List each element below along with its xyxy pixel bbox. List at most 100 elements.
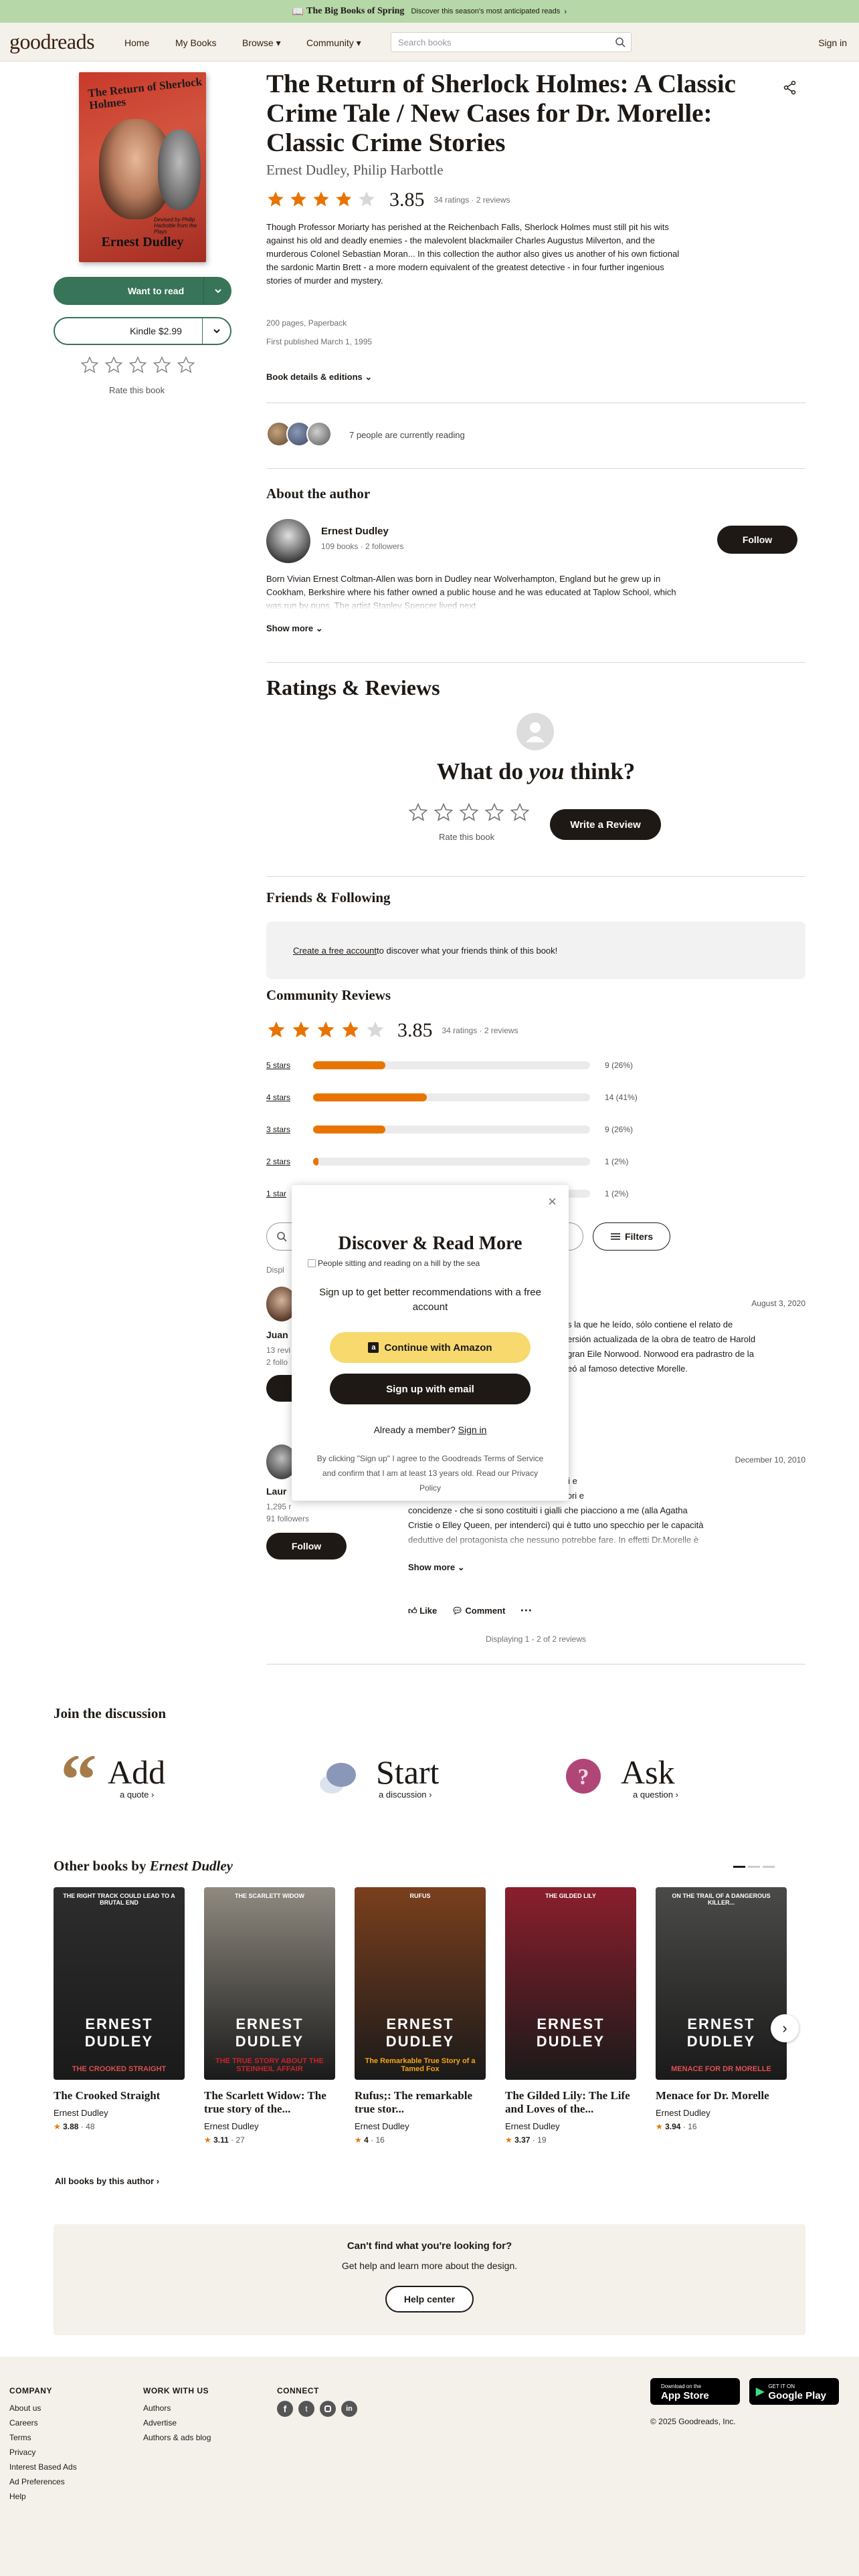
follow-author-button[interactable]: Follow	[717, 526, 797, 554]
signup-email-button[interactable]: Sign up with email	[330, 1374, 531, 1404]
book-card[interactable]: RUFUS ERNEST DUDLEY The Remarkable True St…	[355, 1887, 486, 2145]
footer-link[interactable]: Careers	[9, 2416, 77, 2430]
book-card-author[interactable]: Ernest Dudley	[656, 2108, 787, 2118]
footer-link[interactable]: Interest Based Ads	[9, 2460, 77, 2474]
book-card-cover[interactable]: THE RIGHT TRACK COULD LEAD TO A BRUTAL E…	[54, 1887, 185, 2080]
book-card[interactable]: THE RIGHT TRACK COULD LEAD TO A BRUTAL E…	[54, 1887, 185, 2131]
star-empty-icon[interactable]	[177, 356, 195, 374]
twitter-icon[interactable]: t	[298, 2401, 314, 2417]
rating-bar-label[interactable]: 3 stars	[266, 1125, 313, 1134]
book-card-title[interactable]: Menace for Dr. Morelle	[656, 2089, 787, 2103]
star-empty-icon[interactable]	[153, 356, 171, 374]
continue-with-amazon-button[interactable]: a Continue with Amazon	[330, 1332, 531, 1363]
rating-bar-row[interactable]: 3 stars 9 (26%)	[266, 1125, 633, 1134]
book-card-cover[interactable]: RUFUS ERNEST DUDLEY The Remarkable True St…	[355, 1887, 486, 2080]
share-icon[interactable]	[783, 80, 797, 95]
author-avatar[interactable]	[266, 519, 310, 563]
star-empty-icon[interactable]	[128, 356, 147, 374]
book-card-author[interactable]: Ernest Dudley	[54, 2108, 185, 2118]
footer-link[interactable]: Authors	[143, 2401, 211, 2416]
rating-bar-label[interactable]: 2 stars	[266, 1157, 313, 1166]
promo-banner[interactable]: 📖 The Big Books of Spring Discover this …	[0, 0, 859, 23]
star-empty-icon[interactable]	[434, 802, 454, 823]
book-card-title[interactable]: The Crooked Straight	[54, 2089, 185, 2103]
linkedin-icon[interactable]: in	[341, 2401, 357, 2417]
write-review-button[interactable]: Write a Review	[550, 809, 661, 840]
footer-link[interactable]: Help	[9, 2489, 77, 2504]
rating-bar-row[interactable]: 2 stars 1 (2%)	[266, 1157, 628, 1166]
footer-link[interactable]: Advertise	[143, 2416, 211, 2430]
book-card-cover[interactable]: THE GILDED LILY ERNEST DUDLEY	[505, 1887, 636, 2080]
app-store-button[interactable]: Download on the App Store	[650, 2378, 740, 2405]
more-options-icon[interactable]: ⋯	[520, 1604, 532, 1618]
book-card-author[interactable]: Ernest Dudley	[505, 2121, 636, 2131]
ask-question-link[interactable]: ? Ask a question ›	[562, 1755, 678, 1800]
follow-reviewer-button[interactable]: Follow	[266, 1533, 347, 1560]
google-play-button[interactable]: ▶ GET IT ON Google Play	[749, 2378, 839, 2405]
footer-link[interactable]: Ad Preferences	[9, 2474, 77, 2489]
author-name[interactable]: Ernest Dudley	[321, 526, 389, 537]
review-date[interactable]: August 3, 2020	[696, 1299, 805, 1308]
rating-bar-row[interactable]: 5 stars 9 (26%)	[266, 1061, 633, 1070]
rating-bar-label[interactable]: 4 stars	[266, 1093, 313, 1102]
facebook-icon[interactable]: f	[277, 2401, 293, 2417]
filters-button[interactable]: Filters	[593, 1222, 670, 1251]
rate-stars-sidebar[interactable]	[80, 356, 195, 374]
nav-my-books[interactable]: My Books	[175, 37, 216, 48]
book-details-link[interactable]: Book details & editions ⌄	[266, 372, 372, 383]
rating-bar-label[interactable]: 5 stars	[266, 1061, 313, 1070]
nav-browse[interactable]: Browse ▾	[242, 37, 281, 49]
search-input[interactable]: Search books	[391, 32, 632, 52]
add-quote-link[interactable]: “ Add a quote ›	[60, 1755, 165, 1800]
book-card-title[interactable]: The Gilded Lily: The Life and Loves of t…	[505, 2089, 636, 2116]
footer-link[interactable]: Authors & ads blog	[143, 2430, 211, 2445]
comment-button[interactable]: 💬︎ Comment	[452, 1606, 505, 1616]
book-card-author[interactable]: Ernest Dudley	[355, 2121, 486, 2131]
nav-community[interactable]: Community ▾	[306, 37, 361, 49]
book-card[interactable]: THE GILDED LILY ERNEST DUDLEY The Gilded L…	[505, 1887, 636, 2145]
book-card[interactable]: ON THE TRAIL OF A DANGEROUS KILLER... ERN…	[656, 1887, 787, 2131]
footer-link[interactable]: About us	[9, 2401, 77, 2416]
sign-in-link[interactable]: Sign in	[818, 37, 847, 48]
close-icon[interactable]: ×	[548, 1193, 557, 1210]
reader-avatars[interactable]	[266, 421, 332, 447]
create-account-link[interactable]: Create a free account	[293, 946, 377, 956]
review-show-more[interactable]: Show more ⌄	[408, 1562, 465, 1573]
kindle-button[interactable]: Kindle $2.99	[54, 317, 231, 345]
start-discussion-link[interactable]: Start a discussion ›	[314, 1755, 439, 1800]
all-books-link[interactable]: All books by this author ›	[55, 2176, 159, 2186]
footer-link[interactable]: Privacy	[9, 2445, 77, 2460]
book-card-title[interactable]: The Scarlett Widow: The true story of th…	[204, 2089, 335, 2116]
logo[interactable]: goodreads	[9, 29, 95, 54]
star-empty-icon[interactable]	[408, 802, 428, 823]
nav-home[interactable]: Home	[124, 37, 149, 48]
book-card-cover[interactable]: THE SCARLETT WIDOW ERNEST DUDLEY THE TRUE …	[204, 1887, 335, 2080]
book-card-title[interactable]: Rufus;: The remarkable true stor...	[355, 2089, 486, 2116]
carousel-next-button[interactable]: ›	[771, 2014, 799, 2042]
review-date[interactable]: December 10, 2010	[696, 1455, 805, 1465]
rating-bar-row[interactable]: 4 stars 14 (41%)	[266, 1093, 638, 1102]
footer-link[interactable]: Terms	[9, 2430, 77, 2445]
author-show-more[interactable]: Show more ⌄	[266, 623, 323, 634]
chevron-down-icon[interactable]	[203, 277, 231, 305]
chevron-down-icon[interactable]	[202, 318, 230, 344]
instagram-icon[interactable]	[320, 2401, 336, 2417]
want-to-read-button[interactable]: Want to read	[54, 277, 231, 305]
star-empty-icon[interactable]	[484, 802, 504, 823]
book-card-cover[interactable]: ON THE TRAIL OF A DANGEROUS KILLER... ERN…	[656, 1887, 787, 2080]
rate-stars-review[interactable]	[408, 802, 530, 823]
modal-terms[interactable]: By clicking "Sign up" I agree to the Goo…	[314, 1451, 546, 1495]
book-card-author[interactable]: Ernest Dudley	[204, 2121, 335, 2131]
carousel-pagination[interactable]	[733, 1866, 775, 1868]
book-authors[interactable]: Ernest Dudley, Philip Harbottle	[266, 162, 444, 179]
star-empty-icon[interactable]	[80, 356, 99, 374]
reviewer-name[interactable]: Juan	[266, 1329, 288, 1340]
help-center-button[interactable]: Help center	[385, 2286, 474, 2313]
reviewer-name[interactable]: Laur	[266, 1486, 286, 1497]
star-empty-icon[interactable]	[104, 356, 123, 374]
star-empty-icon[interactable]	[510, 802, 530, 823]
star-empty-icon[interactable]	[459, 802, 479, 823]
book-card[interactable]: THE SCARLETT WIDOW ERNEST DUDLEY THE TRUE …	[204, 1887, 335, 2145]
search-icon[interactable]	[615, 37, 626, 47]
like-button[interactable]: 👍︎ Like	[408, 1606, 437, 1616]
